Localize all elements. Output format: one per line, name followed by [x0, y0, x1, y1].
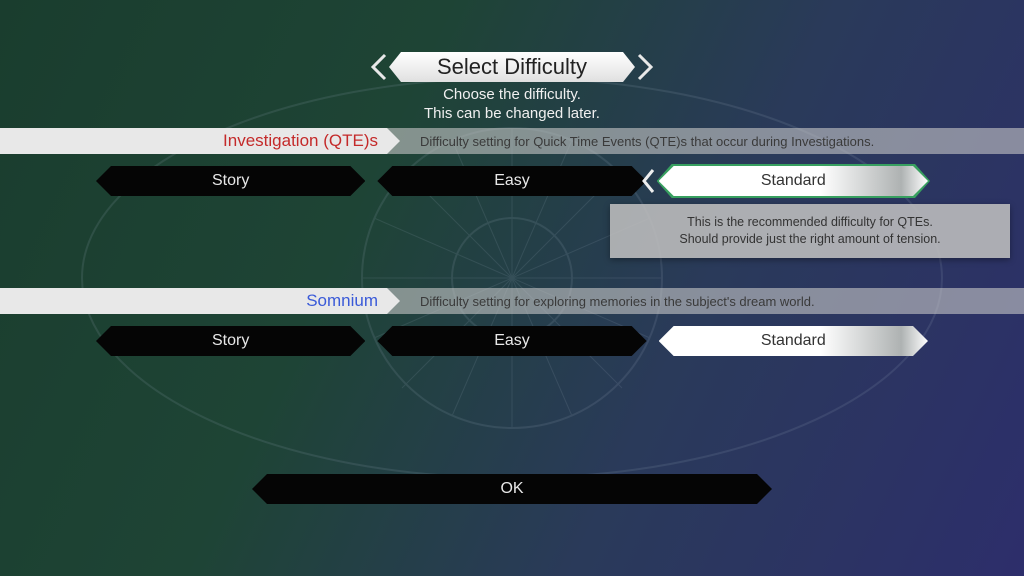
ok-button[interactable]: OK: [252, 474, 772, 504]
section-description-somnium: Difficulty setting for exploring memorie…: [420, 294, 815, 309]
option-row-somnium: Story Easy Standard: [0, 326, 1024, 356]
section-description-investigation: Difficulty setting for Quick Time Events…: [420, 134, 874, 149]
subtitle-line: Choose the difficulty.: [443, 86, 581, 103]
tooltip-investigation-standard: This is the recommended difficulty for Q…: [610, 204, 1010, 258]
option-somnium-standard[interactable]: Standard: [659, 326, 928, 356]
chevron-left-icon[interactable]: [367, 52, 389, 82]
section-header-investigation: Investigation (QTE)s Difficulty setting …: [0, 128, 1024, 154]
option-investigation-easy[interactable]: Easy: [377, 166, 646, 196]
chevron-left-icon: [639, 166, 657, 196]
tooltip-line: This is the recommended difficulty for Q…: [687, 215, 933, 229]
title-bar: Select Difficulty: [367, 52, 657, 82]
option-somnium-easy[interactable]: Easy: [377, 326, 646, 356]
tooltip-line: Should provide just the right amount of …: [679, 232, 940, 246]
section-label-somnium: Somnium: [0, 288, 400, 314]
section-label-investigation: Investigation (QTE)s: [0, 128, 400, 154]
subtitle-line: This can be changed later.: [424, 105, 600, 122]
page-title: Select Difficulty: [389, 52, 635, 82]
ok-button-wrap: OK: [252, 474, 772, 504]
option-row-investigation: Story Easy Standard: [0, 166, 1024, 196]
option-investigation-standard[interactable]: Standard: [659, 166, 928, 196]
subtitle: Choose the difficulty. This can be chang…: [0, 86, 1024, 124]
chevron-right-icon[interactable]: [635, 52, 657, 82]
option-investigation-story[interactable]: Story: [96, 166, 365, 196]
section-header-somnium: Somnium Difficulty setting for exploring…: [0, 288, 1024, 314]
option-investigation-standard-wrap[interactable]: Standard: [659, 166, 928, 196]
option-somnium-story[interactable]: Story: [96, 326, 365, 356]
